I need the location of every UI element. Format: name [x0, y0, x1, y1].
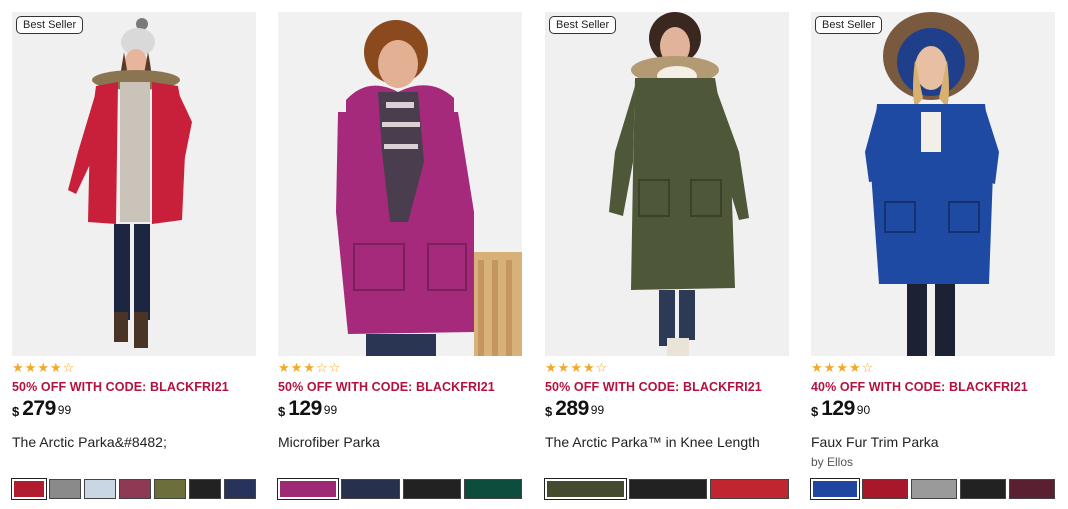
product-card[interactable]: Best Seller ★ ★ ★ ★ ☆ 50% OFF WITH CODE: BLA…: [544, 12, 790, 502]
color-swatch[interactable]: [154, 479, 186, 499]
product-photo: [811, 12, 1055, 356]
price-cents: 90: [856, 403, 871, 417]
star-filled-icon: ★: [303, 360, 315, 375]
promo-text: 50% OFF WITH CODE: BLACKFRI21: [278, 380, 495, 394]
star-filled-icon: ★: [24, 360, 37, 375]
star-filled-icon: ★: [557, 360, 570, 375]
product-photo: [12, 12, 256, 356]
star-filled-icon: ★: [823, 360, 836, 375]
star-filled-icon: ★: [570, 360, 582, 375]
color-swatch[interactable]: [544, 478, 627, 500]
price-whole: 289: [555, 397, 589, 420]
color-swatch[interactable]: [276, 478, 340, 500]
star-empty-icon: ☆: [328, 360, 341, 375]
rating-stars: ★ ★ ★ ★ ☆: [12, 361, 74, 375]
best-seller-badge: Best Seller: [549, 16, 617, 34]
color-swatches: [810, 478, 1055, 500]
price-currency: $: [545, 404, 553, 419]
color-swatch[interactable]: [189, 479, 221, 499]
product-name-link[interactable]: The Arctic Parka™ in Knee Length: [545, 434, 760, 450]
color-swatch[interactable]: [1009, 479, 1055, 499]
product-photo: [278, 12, 522, 356]
price-currency: $: [278, 404, 286, 419]
star-empty-icon: ☆: [861, 360, 874, 375]
best-seller-badge: Best Seller: [16, 16, 84, 34]
product-image[interactable]: [278, 12, 522, 356]
star-filled-icon: ★: [545, 360, 557, 375]
rating-stars: ★ ★ ★ ☆ ☆: [278, 361, 340, 375]
price: $ 129 90: [811, 398, 870, 422]
color-swatch[interactable]: [402, 479, 461, 499]
brand-name: by Ellos: [811, 455, 854, 469]
price-cents: 99: [323, 403, 338, 417]
color-swatch[interactable]: [810, 478, 860, 500]
price-cents: 99: [590, 403, 605, 417]
price-whole: 129: [288, 397, 322, 420]
best-seller-badge: Best Seller: [815, 16, 883, 34]
star-empty-icon: ☆: [62, 360, 75, 375]
price-whole: 129: [821, 397, 855, 420]
product-grid: Best Seller ★ ★ ★ ★ ☆ 50% OFF WITH CODE: BLA…: [11, 12, 1056, 502]
product-card[interactable]: ★ ★ ★ ☆ ☆ 50% OFF WITH CODE: BLACKFRI21 $ 12…: [276, 12, 522, 502]
color-swatch[interactable]: [862, 479, 908, 499]
star-empty-icon: ☆: [315, 360, 328, 375]
color-swatch[interactable]: [341, 479, 400, 499]
price: $ 129 99: [278, 398, 337, 422]
product-name-link[interactable]: Faux Fur Trim Parka: [811, 434, 939, 450]
star-empty-icon: ☆: [595, 360, 608, 375]
price: $ 279 99: [12, 398, 71, 422]
product-name-link[interactable]: Microfiber Parka: [278, 434, 380, 450]
promo-text: 50% OFF WITH CODE: BLACKFRI21: [12, 380, 229, 394]
color-swatch[interactable]: [911, 479, 957, 499]
color-swatches: [276, 478, 522, 500]
product-image[interactable]: Best Seller: [811, 12, 1055, 356]
color-swatch[interactable]: [710, 479, 790, 499]
price: $ 289 99: [545, 398, 604, 422]
color-swatch[interactable]: [463, 479, 522, 499]
star-filled-icon: ★: [836, 360, 848, 375]
rating-stars: ★ ★ ★ ★ ☆: [811, 361, 873, 375]
product-card[interactable]: Best Seller ★ ★ ★ ★ ☆ 40% OFF WITH CODE: BLA…: [810, 12, 1055, 502]
star-filled-icon: ★: [37, 360, 49, 375]
promo-text: 40% OFF WITH CODE: BLACKFRI21: [811, 380, 1028, 394]
color-swatches: [11, 478, 256, 500]
star-filled-icon: ★: [848, 360, 861, 375]
rating-stars: ★ ★ ★ ★ ☆: [545, 361, 607, 375]
product-image[interactable]: Best Seller: [545, 12, 789, 356]
product-photo: [545, 12, 789, 356]
price-currency: $: [811, 404, 819, 419]
product-card[interactable]: Best Seller ★ ★ ★ ★ ☆ 50% OFF WITH CODE: BLA…: [11, 12, 256, 502]
product-name-link[interactable]: The Arctic Parka&#8482;: [12, 434, 167, 450]
star-filled-icon: ★: [278, 360, 290, 375]
color-swatch[interactable]: [119, 479, 151, 499]
color-swatch[interactable]: [224, 479, 256, 499]
price-cents: 99: [57, 403, 72, 417]
star-filled-icon: ★: [49, 360, 62, 375]
color-swatches: [544, 478, 790, 500]
star-filled-icon: ★: [290, 360, 303, 375]
star-filled-icon: ★: [12, 360, 24, 375]
price-whole: 279: [22, 397, 56, 420]
color-swatch[interactable]: [49, 479, 81, 499]
promo-text: 50% OFF WITH CODE: BLACKFRI21: [545, 380, 762, 394]
price-currency: $: [12, 404, 20, 419]
color-swatch[interactable]: [628, 479, 708, 499]
color-swatch[interactable]: [11, 478, 47, 500]
star-filled-icon: ★: [811, 360, 823, 375]
color-swatch[interactable]: [960, 479, 1006, 499]
color-swatch[interactable]: [84, 479, 116, 499]
product-image[interactable]: Best Seller: [12, 12, 256, 356]
star-filled-icon: ★: [582, 360, 595, 375]
